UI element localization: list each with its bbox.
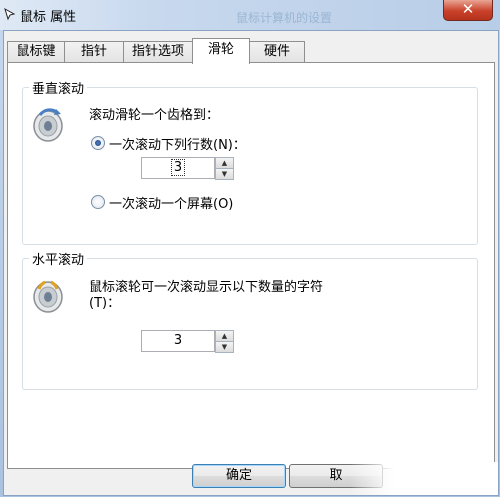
chars-input[interactable]: 3 bbox=[141, 330, 215, 352]
radio-scroll-screen-label[interactable]: 一次滚动一个屏幕(O) bbox=[109, 193, 233, 212]
title-bar[interactable]: 鼠标 属性 鼠标计算机的设置 ✕ bbox=[0, 0, 500, 30]
lines-spin-buttons: ▲ ▼ bbox=[215, 157, 234, 180]
radio-scroll-screen[interactable] bbox=[91, 195, 105, 209]
chars-value: 3 bbox=[173, 333, 183, 348]
tab-pointer-options[interactable]: 指针选项 bbox=[123, 41, 193, 62]
horizontal-scroll-group: 水平滚动 鼠标滚轮可一次滚动显示以下数量的字符 (T)： 3 ▲ ▼ bbox=[22, 249, 478, 390]
horizontal-scroll-prompt-line1: 鼠标滚轮可一次滚动显示以下数量的字符 bbox=[89, 280, 324, 295]
vertical-scroll-legend: 垂直滚动 bbox=[29, 78, 88, 97]
corner-whiteout bbox=[350, 462, 498, 495]
horizontal-scroll-legend: 水平滚动 bbox=[29, 249, 88, 268]
vertical-scroll-group: 垂直滚动 滚动滑轮一个齿格到： 一次滚动下列行数(N)： 3 ▲ ▼ 一次滚动一… bbox=[22, 78, 478, 245]
chars-decrement-button[interactable]: ▼ bbox=[215, 341, 234, 353]
mouse-wheel-icon bbox=[33, 280, 63, 313]
lines-spinner: 3 ▲ ▼ bbox=[141, 157, 235, 180]
close-button[interactable]: ✕ bbox=[443, 0, 493, 21]
ok-button[interactable]: 确定 bbox=[192, 464, 286, 488]
background-window-title: 鼠标计算机的设置 bbox=[236, 11, 333, 25]
vertical-scroll-prompt: 滚动滑轮一个齿格到： bbox=[89, 108, 220, 123]
tab-mouse-buttons[interactable]: 鼠标键 bbox=[7, 41, 65, 62]
dialog-client-area: 鼠标键 指针 指针选项 滑轮 硬件 垂直滚动 滚动滑轮一个齿格到： 一次滚动下列… bbox=[3, 30, 499, 496]
dialog-window: 鼠标 属性 鼠标计算机的设置 ✕ 鼠标键 指针 指针选项 滑轮 硬件 垂直滚动 … bbox=[0, 0, 500, 497]
lines-input[interactable]: 3 bbox=[141, 157, 215, 179]
wheel-tab-panel: 垂直滚动 滚动滑轮一个齿格到： 一次滚动下列行数(N)： 3 ▲ ▼ 一次滚动一… bbox=[7, 62, 495, 469]
radio-scroll-lines[interactable] bbox=[91, 136, 105, 150]
tab-hardware[interactable]: 硬件 bbox=[249, 41, 305, 62]
radio-scroll-lines-label[interactable]: 一次滚动下列行数(N)： bbox=[109, 134, 246, 153]
window-title: 鼠标 属性 bbox=[20, 10, 77, 25]
tab-wheel[interactable]: 滑轮 bbox=[192, 38, 250, 64]
tab-pointers[interactable]: 指针 bbox=[64, 41, 124, 62]
mouse-pointer-icon bbox=[4, 8, 16, 20]
lines-decrement-button[interactable]: ▼ bbox=[215, 168, 234, 180]
chars-spin-buttons: ▲ ▼ bbox=[215, 330, 234, 353]
lines-value: 3 bbox=[170, 159, 186, 176]
horizontal-scroll-prompt-line2: (T)： bbox=[89, 296, 121, 311]
mouse-wheel-icon bbox=[33, 108, 63, 142]
chars-spinner: 3 ▲ ▼ bbox=[141, 330, 235, 353]
